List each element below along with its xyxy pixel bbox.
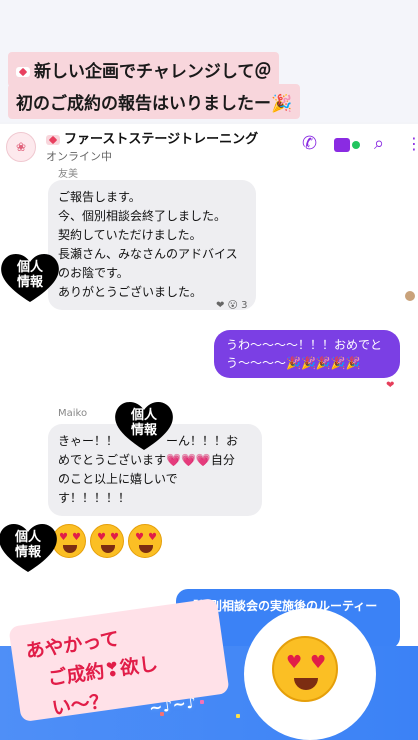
group-avatar[interactable]: ❀: [6, 132, 36, 162]
heart-eyes-emoji-icon: ♥ ♥: [272, 636, 338, 702]
reaction-heart[interactable]: ❤: [386, 380, 394, 391]
story-top: 新しい企画でチャレンジして＠ 初のご成約の報告はいりましたー🎉: [0, 0, 418, 122]
chat-area[interactable]: 友美 ご報告します。 今、個別相談会終了しました。 契約していただけました。 長…: [0, 168, 418, 646]
chat-header: ❀ ファーストステージトレーニング オンライン中 ✆ ⌕ ⋮: [0, 124, 418, 168]
video-icon[interactable]: [334, 138, 360, 152]
heart-eyes-emoji-icon: ♥ ♥: [90, 524, 124, 558]
privacy-sticker: 個人 情報: [0, 520, 60, 574]
message-bubble-incoming[interactable]: ご報告します。 今、個別相談会終了しました。 契約していただけました。 長瀬さん…: [48, 180, 256, 310]
story-caption-line1: 新しい企画でチャレンジして＠: [8, 52, 280, 87]
sender-name: Maiko: [58, 408, 88, 419]
privacy-sticker: 個人 情報: [0, 250, 62, 304]
heart-icon: [16, 67, 30, 77]
read-receipt-avatar: [404, 290, 416, 302]
reaction-summary[interactable]: ❤ 😮 3: [216, 300, 248, 311]
privacy-label: 個人 情報: [16, 260, 43, 290]
search-icon[interactable]: ⌕: [374, 134, 384, 154]
privacy-sticker: 個人 情報: [112, 398, 176, 452]
sender-name: 友美: [58, 169, 78, 180]
chat-title[interactable]: ファーストステージトレーニング: [46, 128, 258, 147]
phone-icon[interactable]: ✆: [302, 134, 317, 154]
more-icon[interactable]: ⋮: [406, 134, 418, 154]
story-caption-line2: 初のご成約の報告はいりましたー🎉: [8, 84, 301, 119]
privacy-label: 個人 情報: [14, 530, 41, 560]
chat-status: オンライン中: [46, 150, 112, 163]
heart-icon: [46, 134, 60, 145]
privacy-label: 個人 情報: [130, 408, 157, 438]
message-bubble-outgoing[interactable]: うわ〜〜〜〜！！！おめでと う〜〜〜〜🎉🎉🎉🎉🎉: [214, 330, 400, 378]
heart-eyes-emoji-icon: ♥ ♥: [128, 524, 162, 558]
